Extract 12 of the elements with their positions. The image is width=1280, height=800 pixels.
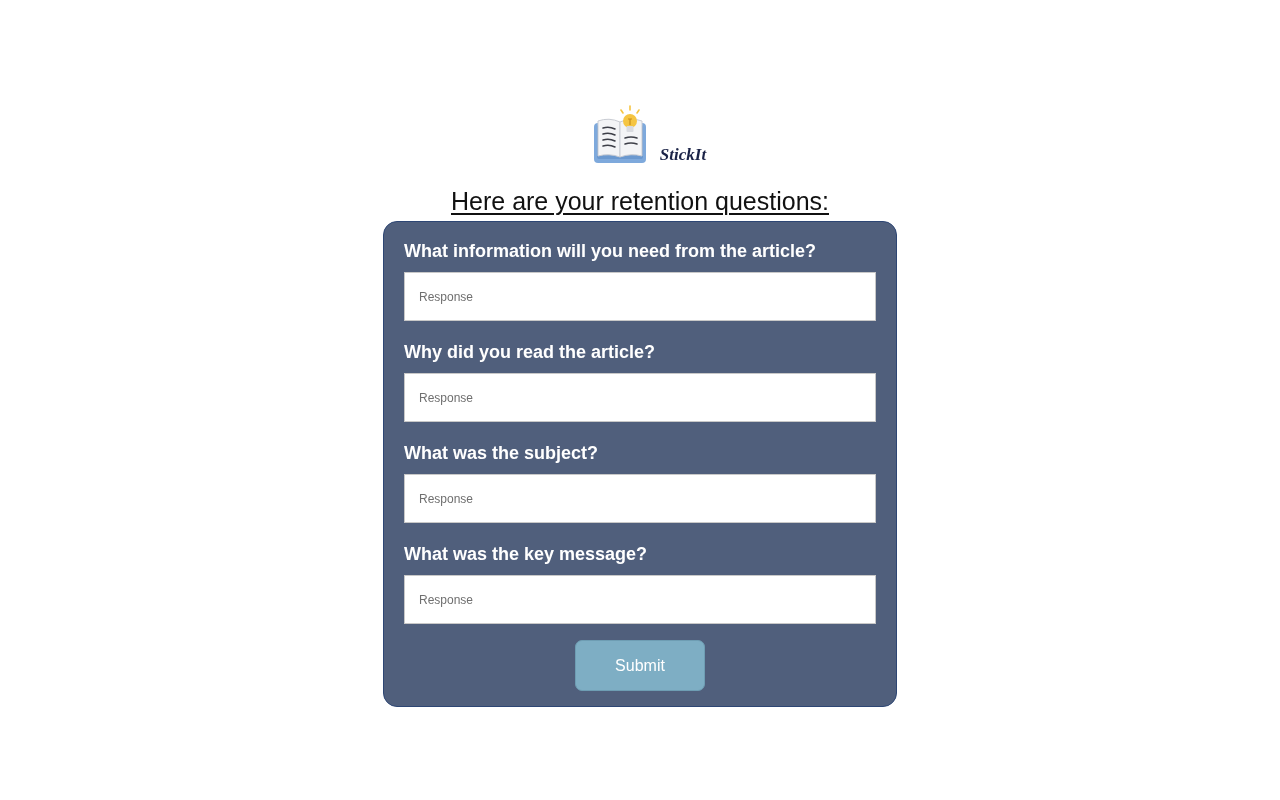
submit-button[interactable]: Submit <box>575 640 705 691</box>
question-label: What information will you need from the article? <box>404 240 818 262</box>
question-label: What was the subject? <box>404 442 600 464</box>
response-input-field[interactable]: Response <box>404 272 876 321</box>
response-input-field[interactable]: Response <box>404 575 876 624</box>
question-label: Why did you read the article? <box>404 341 657 363</box>
question-label: What was the key message? <box>404 543 649 565</box>
book-lightbulb-icon <box>593 105 646 163</box>
response-input-field[interactable]: Response <box>404 474 876 523</box>
response-input-field[interactable]: Response <box>404 373 876 422</box>
page-heading: Here are your retention questions: <box>451 186 829 217</box>
brand-name: StickIt <box>659 146 707 163</box>
